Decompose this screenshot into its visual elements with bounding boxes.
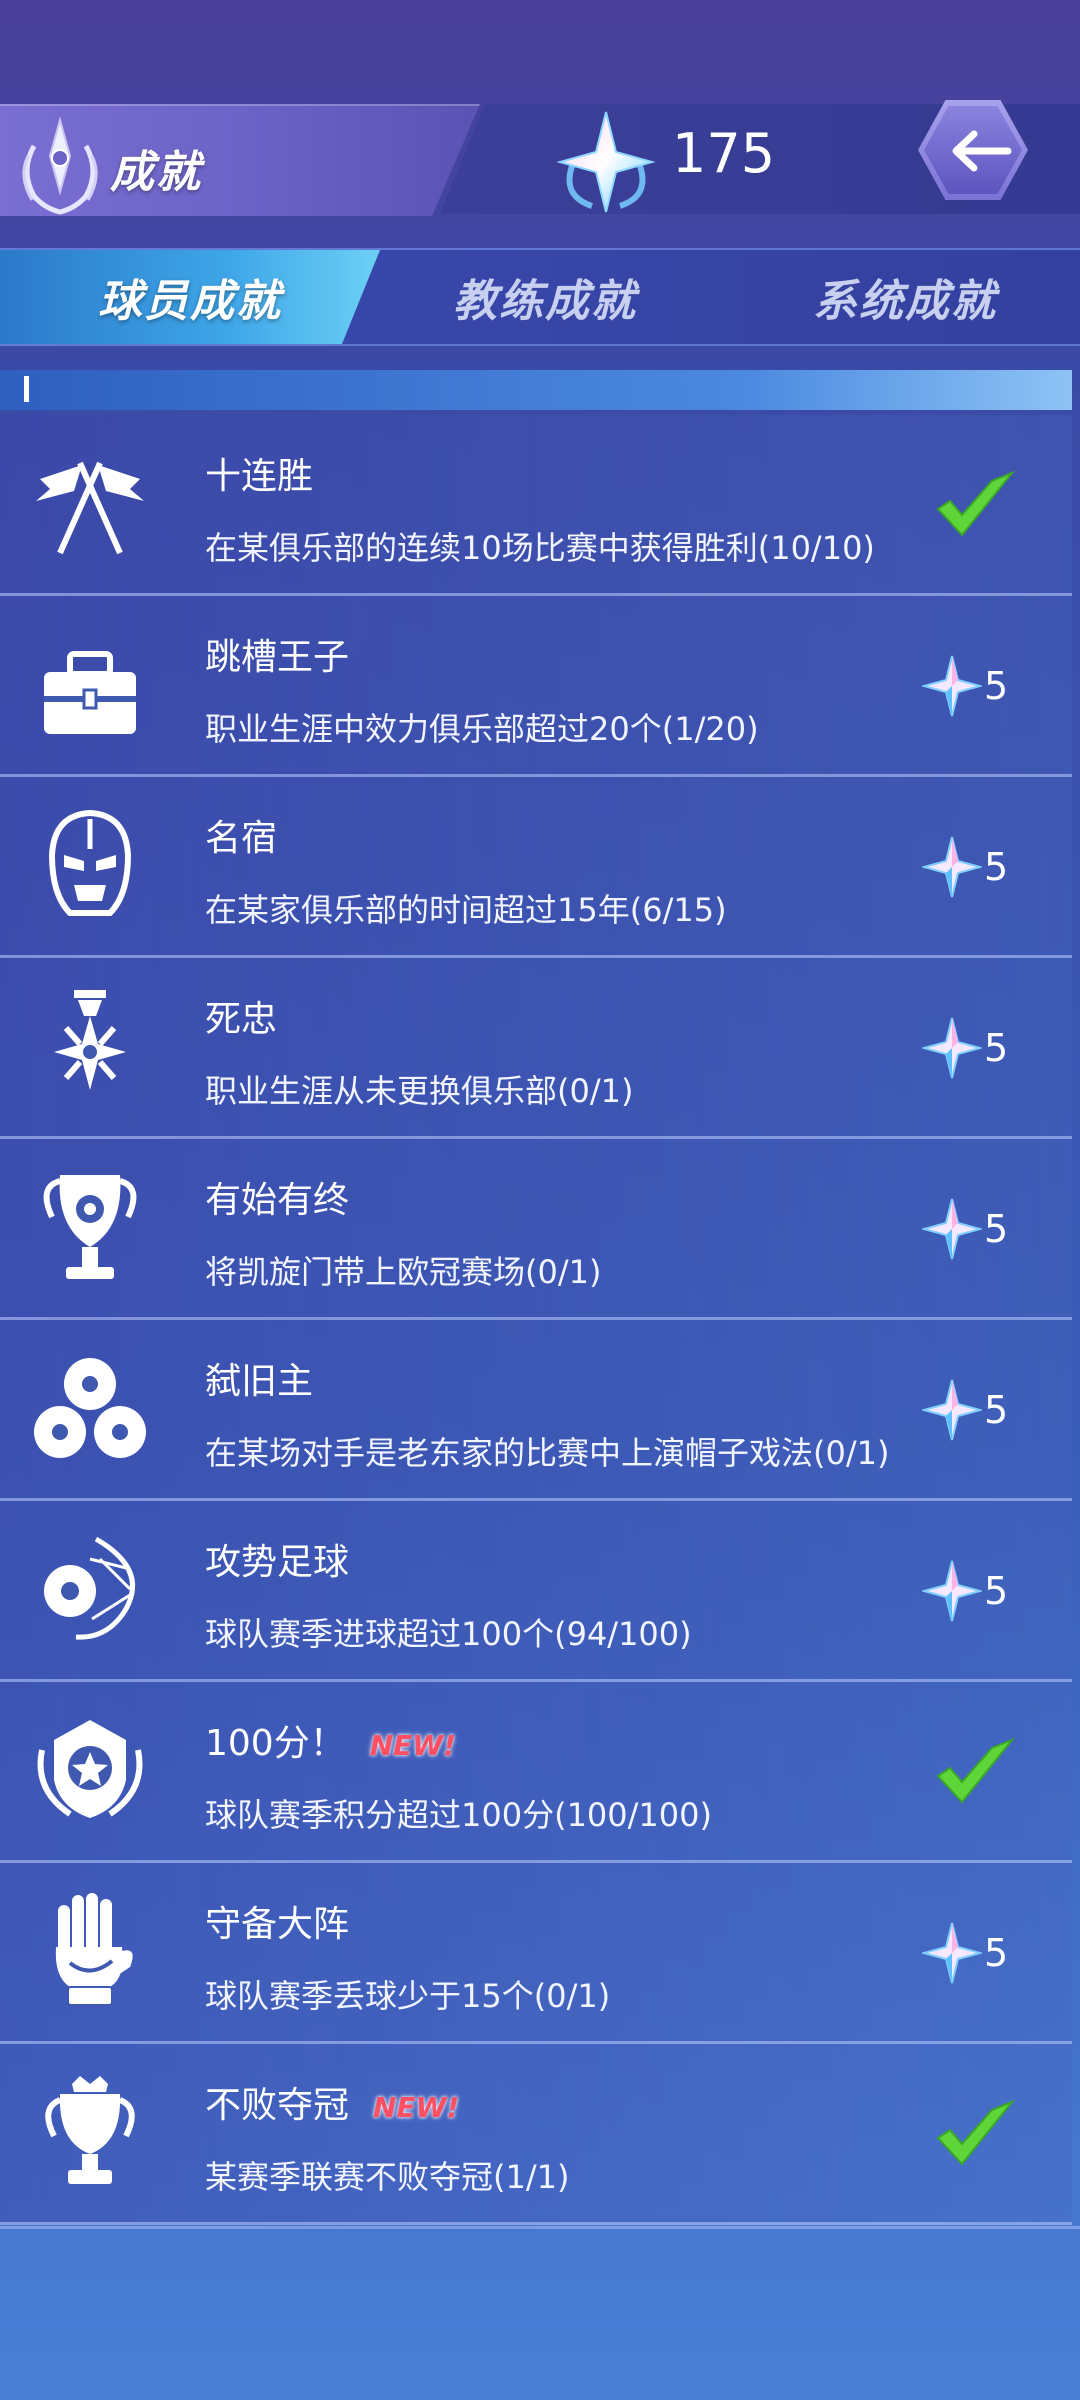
- star-crystal-icon: [922, 1198, 982, 1260]
- reward: 5: [922, 654, 1008, 718]
- reward-value: 5: [984, 1931, 1009, 1975]
- back-arrow-icon: [952, 130, 1012, 172]
- list-item[interactable]: 攻势足球 球队赛季进球超过100个(94/100) 5: [0, 1501, 1072, 1682]
- achievement-title: 守备大阵: [205, 1904, 350, 1945]
- reward-value: 5: [984, 664, 1009, 708]
- star-crystal-icon: [922, 1379, 982, 1441]
- reward: 5: [922, 835, 1008, 899]
- achievement-emblem-icon: [22, 116, 98, 215]
- achievement-desc: 球队赛季积分超过100分(100/100): [205, 1796, 712, 1834]
- new-badge: NEW!: [369, 1729, 456, 1762]
- crossed-flags-icon: [36, 461, 144, 555]
- achievement-title: 有始有终: [205, 1180, 350, 1221]
- back-button-face: [924, 106, 1022, 194]
- crown-trophy-icon: [45, 2076, 135, 2184]
- achievement-title: 100分！ NEW!: [205, 1714, 456, 1766]
- header-bar: 成就 175: [0, 96, 1080, 226]
- list-item[interactable]: 不败夺冠 NEW! 某赛季联赛不败夺冠(1/1): [0, 2044, 1072, 2225]
- achievement-title-text: 不败夺冠: [205, 2085, 350, 2126]
- achievement-desc: 职业生涯从未更换俱乐部(0/1): [205, 1072, 634, 1110]
- title-plate: 成就: [0, 104, 480, 216]
- reward-value: 5: [984, 1569, 1009, 1613]
- achievement-desc: 某赛季联赛不败夺冠(1/1): [205, 2158, 570, 2196]
- tab-player-achievements[interactable]: 球员成就: [0, 250, 380, 344]
- achievement-title: 弑旧主: [205, 1361, 314, 1402]
- star-crystal-icon: [922, 836, 982, 898]
- achievement-list[interactable]: 十连胜 在某俱乐部的连续10场比赛中获得胜利(10/10) 跳槽王子 职业生涯中…: [0, 415, 1072, 2225]
- helmet-icon: [48, 809, 132, 916]
- achievement-title: 跳槽王子: [205, 637, 350, 678]
- strip-marker: [24, 376, 29, 402]
- list-item[interactable]: 有始有终 将凯旋门带上欧冠赛场(0/1) 5: [0, 1139, 1072, 1320]
- new-badge: NEW!: [373, 2091, 460, 2124]
- star-crystal-icon: [922, 655, 982, 717]
- list-item[interactable]: 跳槽王子 职业生涯中效力俱乐部超过20个(1/20) 5: [0, 596, 1072, 777]
- list-item[interactable]: 十连胜 在某俱乐部的连续10场比赛中获得胜利(10/10): [0, 415, 1072, 596]
- three-balls-icon: [34, 1358, 146, 1458]
- achievement-title-text: 100分！: [205, 1723, 346, 1764]
- reward-value: 5: [984, 845, 1009, 889]
- achievement-desc: 在某俱乐部的连续10场比赛中获得胜利(10/10): [205, 529, 875, 567]
- star-crystal-icon: [556, 111, 656, 213]
- reward: 5: [922, 1559, 1008, 1623]
- toolbox-icon: [44, 651, 136, 734]
- tab-bar: 球员成就 教练成就 系统成就: [0, 248, 1080, 346]
- medal-star-icon: [54, 990, 126, 1090]
- check-icon: [936, 1737, 1016, 1804]
- ball-in-net-icon: [44, 1536, 136, 1640]
- star-crystal-icon: [922, 1017, 982, 1079]
- reward-value: 5: [984, 1026, 1009, 1070]
- section-strip: [0, 370, 1072, 410]
- goalkeeper-glove-icon: [55, 1893, 133, 2006]
- achievement-title: 死忠: [205, 999, 278, 1040]
- list-item[interactable]: 名宿 在某家俱乐部的时间超过15年(6/15) 5: [0, 777, 1072, 958]
- trophy-ball-icon: [43, 1175, 137, 1279]
- reward: 5: [922, 1197, 1008, 1261]
- list-item[interactable]: 弑旧主 在某场对手是老东家的比赛中上演帽子戏法(0/1) 5: [0, 1320, 1072, 1501]
- check-icon: [936, 2099, 1016, 2166]
- points-value: 175: [672, 122, 776, 185]
- reward: 5: [922, 1016, 1008, 1080]
- achievement-title: 十连胜: [205, 456, 314, 497]
- reward-value: 5: [984, 1207, 1009, 1251]
- list-item[interactable]: 死忠 职业生涯从未更换俱乐部(0/1) 5: [0, 958, 1072, 1139]
- achievement-title: 名宿: [205, 818, 278, 859]
- achievement-desc: 在某场对手是老东家的比赛中上演帽子戏法(0/1): [205, 1434, 890, 1472]
- reward: 5: [922, 1921, 1008, 1985]
- achievement-desc: 球队赛季丢球少于15个(0/1): [205, 1977, 611, 2015]
- star-crystal-icon: [922, 1922, 982, 1984]
- reward-value: 5: [984, 1388, 1009, 1432]
- list-end-divider: [0, 2226, 1080, 2229]
- check-icon: [936, 470, 1016, 537]
- tab-coach-achievements[interactable]: 教练成就: [360, 250, 730, 344]
- reward: 5: [922, 1378, 1008, 1442]
- achievement-desc: 在某家俱乐部的时间超过15年(6/15): [205, 891, 727, 929]
- page-title: 成就: [110, 147, 202, 198]
- list-item[interactable]: 守备大阵 球队赛季丢球少于15个(0/1) 5: [0, 1863, 1072, 2044]
- achievement-title: 不败夺冠 NEW!: [205, 2076, 459, 2128]
- achievement-desc: 球队赛季进球超过100个(94/100): [205, 1615, 692, 1653]
- achievement-title: 攻势足球: [205, 1542, 350, 1583]
- star-crystal-icon: [922, 1560, 982, 1622]
- achievement-desc: 职业生涯中效力俱乐部超过20个(1/20): [205, 710, 759, 748]
- achievement-desc: 将凯旋门带上欧冠赛场(0/1): [205, 1253, 602, 1291]
- tab-system-achievements[interactable]: 系统成就: [730, 250, 1080, 344]
- list-item[interactable]: 100分！ NEW! 球队赛季积分超过100分(100/100): [0, 1682, 1072, 1863]
- shield-star-icon: [37, 1720, 143, 1818]
